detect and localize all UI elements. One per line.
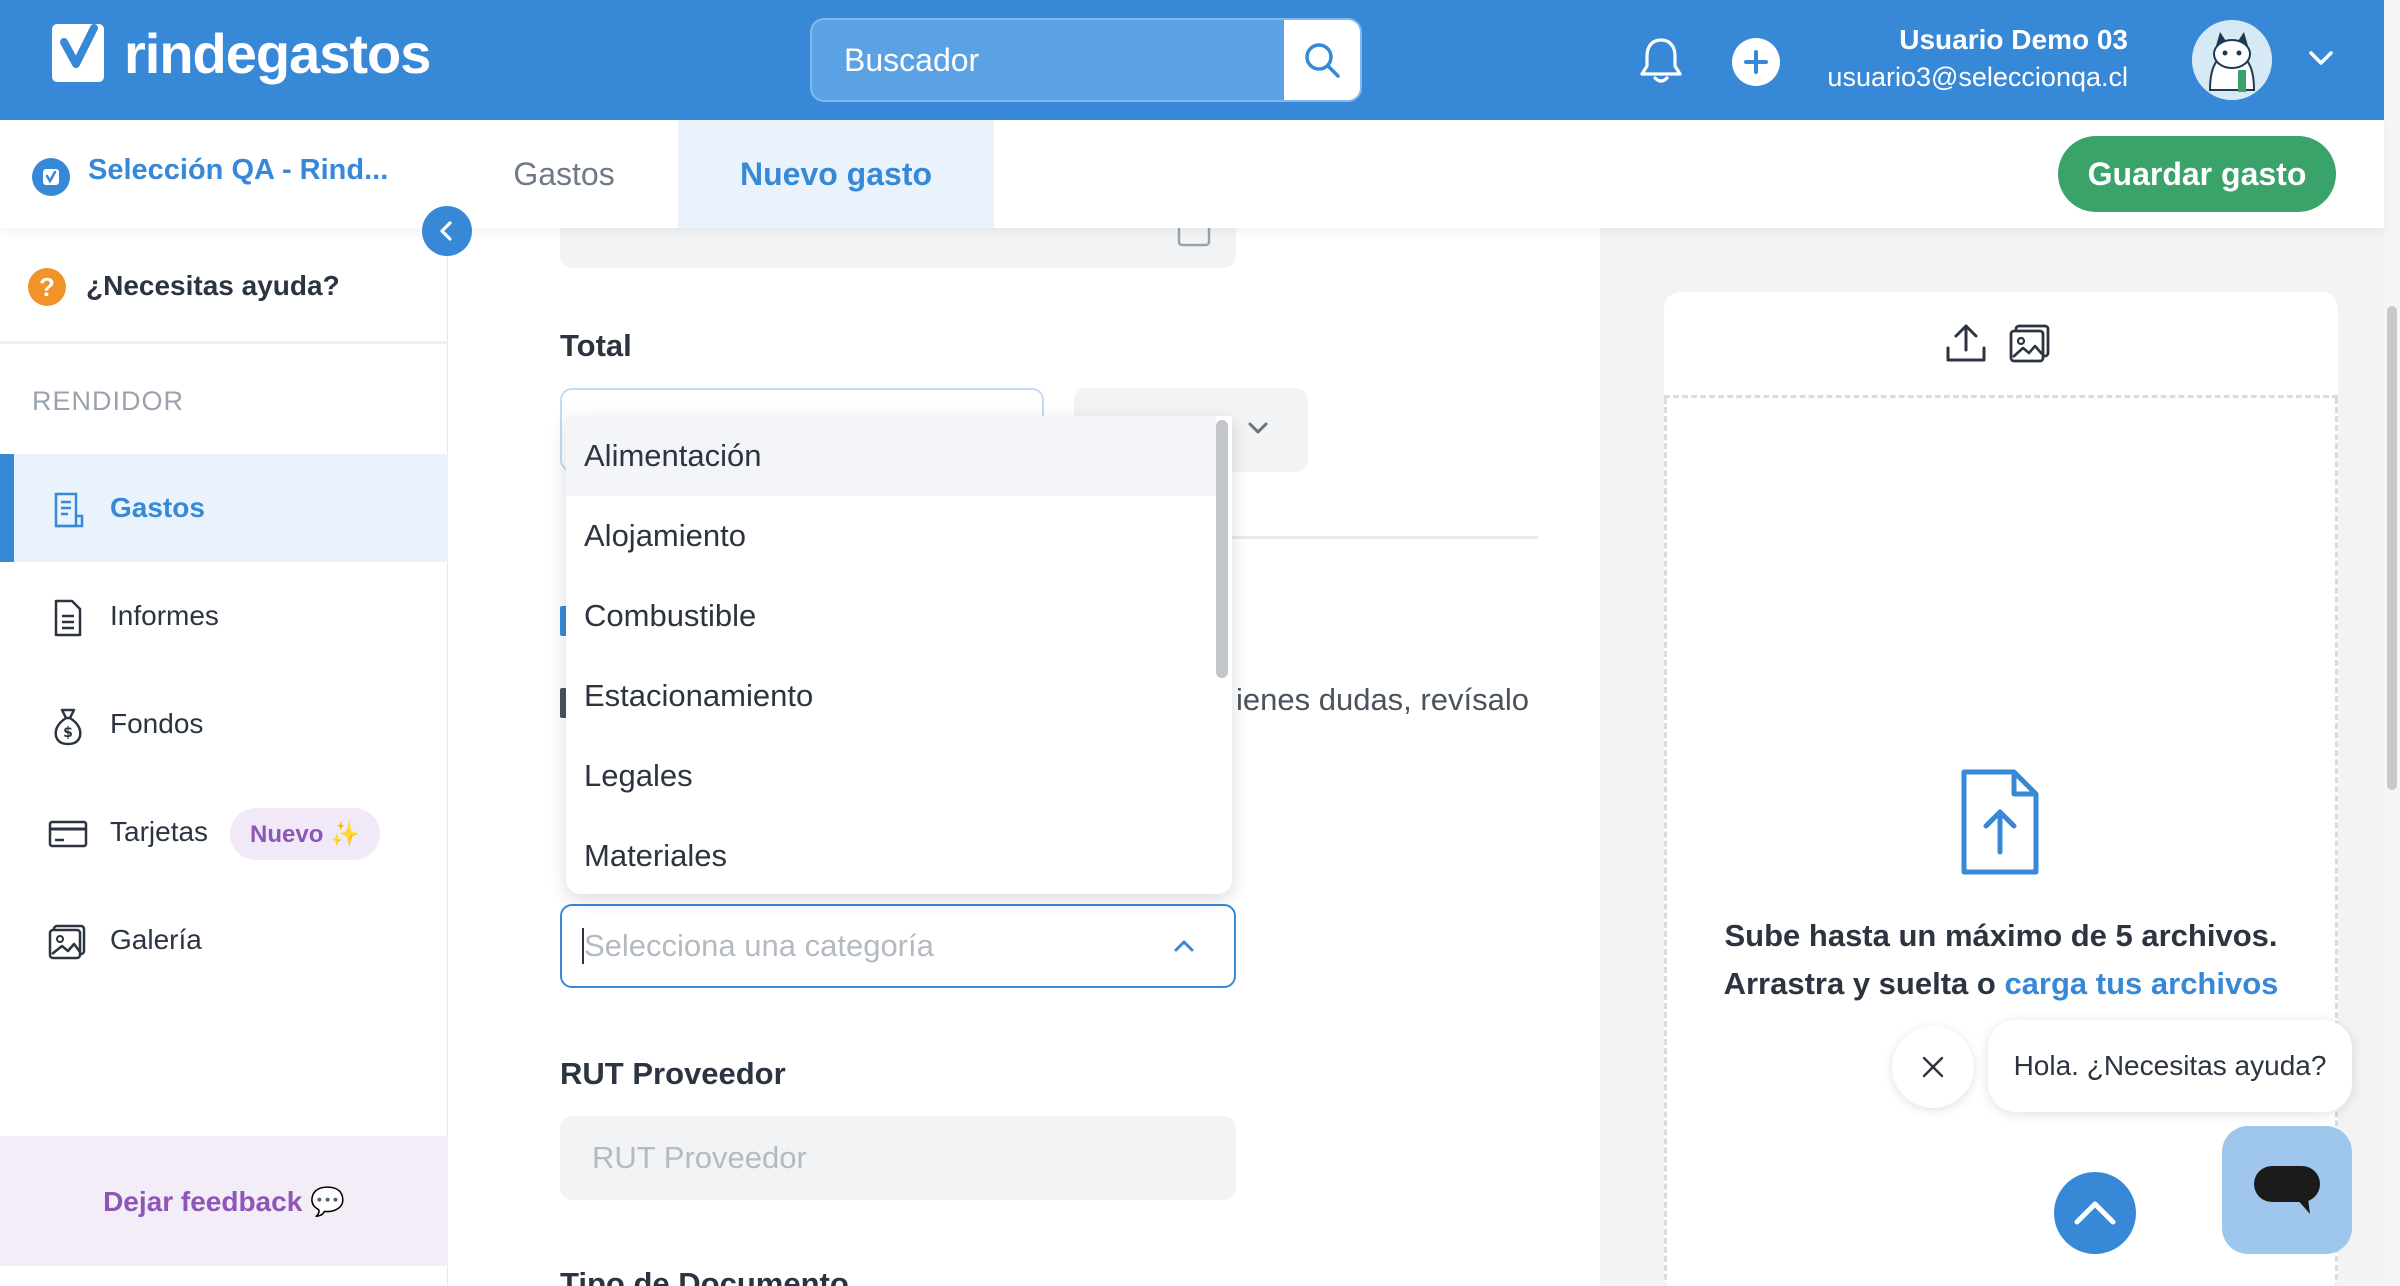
- scroll-to-top-button[interactable]: [2054, 1172, 2136, 1254]
- category-option[interactable]: Materiales: [566, 816, 1216, 894]
- upload-prefix: Arrastra y suelta o: [1723, 966, 2005, 1001]
- category-dropdown: Alimentación Alojamiento Combustible Est…: [566, 416, 1232, 894]
- rut-label: RUT Proveedor: [560, 1056, 786, 1091]
- chat-greeting[interactable]: Hola. ¿Necesitas ayuda?: [1988, 1020, 2352, 1112]
- logo-check-icon: [52, 24, 104, 82]
- chevron-down-icon[interactable]: [2306, 46, 2336, 70]
- sidebar: ? ¿Necesitas ayuda? RENDIDOR Gastos Info…: [0, 228, 448, 1286]
- cat-avatar-icon: [2192, 20, 2272, 100]
- feedback-label: Dejar feedback 💬: [103, 1185, 345, 1217]
- search-box: [810, 18, 1362, 102]
- document-type-label: Tipo de Documento: [560, 1266, 849, 1286]
- company-selector[interactable]: Selección QA - Rind...: [88, 154, 388, 187]
- add-button[interactable]: [1732, 38, 1780, 86]
- sidebar-item-fondos[interactable]: $ Fondos: [0, 670, 448, 778]
- chevron-down-icon: [1248, 422, 1268, 434]
- logo[interactable]: rindegastos: [46, 20, 431, 86]
- sidebar-item-gastos[interactable]: Gastos: [0, 454, 448, 562]
- search-input[interactable]: [812, 20, 1282, 100]
- section-label-rendidor: RENDIDOR: [32, 386, 185, 416]
- company-check-icon: [32, 158, 70, 196]
- gallery-icon[interactable]: [2008, 322, 2052, 366]
- sidebar-item-galeria[interactable]: Galería: [0, 886, 448, 994]
- chevron-up-icon: [2074, 1201, 2116, 1225]
- sidebar-item-informes[interactable]: Informes: [0, 562, 448, 670]
- gallery-icon: [48, 924, 86, 960]
- chat-icon: [2254, 1166, 2320, 1214]
- category-option[interactable]: Alojamiento: [566, 496, 1216, 576]
- total-label: Total: [560, 328, 632, 363]
- search-icon: [1305, 43, 1340, 78]
- top-bar: rindegastos Usuario Demo 03 usuario3@sel…: [0, 0, 2384, 120]
- upload-toolbar: [1664, 292, 2338, 398]
- chevron-up-icon[interactable]: [1172, 936, 1196, 956]
- rut-input[interactable]: [592, 1116, 1192, 1200]
- tab-nuevo-gasto[interactable]: Nuevo gasto: [678, 120, 994, 228]
- category-select[interactable]: [560, 904, 1236, 988]
- feedback-button[interactable]: Dejar feedback 💬: [0, 1136, 448, 1266]
- upload-files-link[interactable]: carga tus archivos: [2004, 966, 2278, 1001]
- money-bag-icon: $: [54, 708, 82, 746]
- user-email[interactable]: usuario3@seleccionqa.cl: [1827, 62, 2128, 93]
- sidebar-item-label: Informes: [110, 600, 219, 631]
- sidebar-item-label: Gastos: [110, 492, 205, 523]
- divider: [1232, 536, 1538, 539]
- sidebar-item-tarjetas[interactable]: Tarjetas Nuevo ✨: [0, 778, 448, 886]
- avatar[interactable]: [2192, 20, 2272, 100]
- sidebar-item-label: Galería: [110, 924, 202, 955]
- page-scrollbar[interactable]: [2387, 306, 2397, 790]
- notifications-bell-icon[interactable]: [1636, 34, 1686, 86]
- chevron-left-icon: [440, 221, 452, 241]
- category-option[interactable]: Legales: [566, 736, 1216, 816]
- category-option[interactable]: Alimentación: [566, 416, 1216, 496]
- rut-field[interactable]: [560, 1116, 1236, 1200]
- receipt-icon: [54, 492, 84, 528]
- upload-instructions: Sube hasta un máximo de 5 archivos.: [1724, 918, 2278, 953]
- help-row[interactable]: ? ¿Necesitas ayuda?: [0, 228, 448, 344]
- svg-text:$: $: [63, 725, 73, 741]
- user-name[interactable]: Usuario Demo 03: [1899, 24, 2128, 56]
- logo-text: rindegastos: [124, 21, 431, 85]
- credit-card-icon: [48, 820, 88, 848]
- category-option[interactable]: Combustible: [566, 576, 1216, 656]
- secondary-bar: Selección QA - Rind... Gastos Nuevo gast…: [0, 120, 2384, 228]
- dropdown-scrollbar[interactable]: [1216, 420, 1228, 678]
- close-icon: [1922, 1056, 1944, 1078]
- question-icon: ?: [28, 268, 66, 306]
- sidebar-item-label: Tarjetas: [110, 816, 209, 847]
- tab-gastos[interactable]: Gastos: [464, 120, 664, 228]
- document-icon: [54, 599, 82, 637]
- chat-launcher-button[interactable]: [2222, 1126, 2352, 1254]
- close-chat-button[interactable]: [1892, 1026, 1974, 1108]
- sidebar-item-label: Fondos: [110, 708, 204, 739]
- upload-instructions-2: Arrastra y suelta o carga tus archivos: [1664, 966, 2338, 1002]
- search-button[interactable]: [1284, 20, 1360, 100]
- plus-icon: [1744, 50, 1768, 74]
- help-tip-text: ienes dudas, revísalo: [1236, 682, 1529, 717]
- help-link: ¿Necesitas ayuda?: [86, 270, 340, 301]
- file-upload-icon: [1961, 769, 2039, 875]
- category-input[interactable]: [584, 906, 1144, 986]
- collapse-sidebar-button[interactable]: [422, 206, 472, 256]
- save-expense-button[interactable]: Guardar gasto: [2058, 136, 2336, 212]
- new-badge: Nuevo ✨: [230, 808, 380, 860]
- category-option[interactable]: Estacionamiento: [566, 656, 1216, 736]
- upload-icon[interactable]: [1944, 322, 1988, 366]
